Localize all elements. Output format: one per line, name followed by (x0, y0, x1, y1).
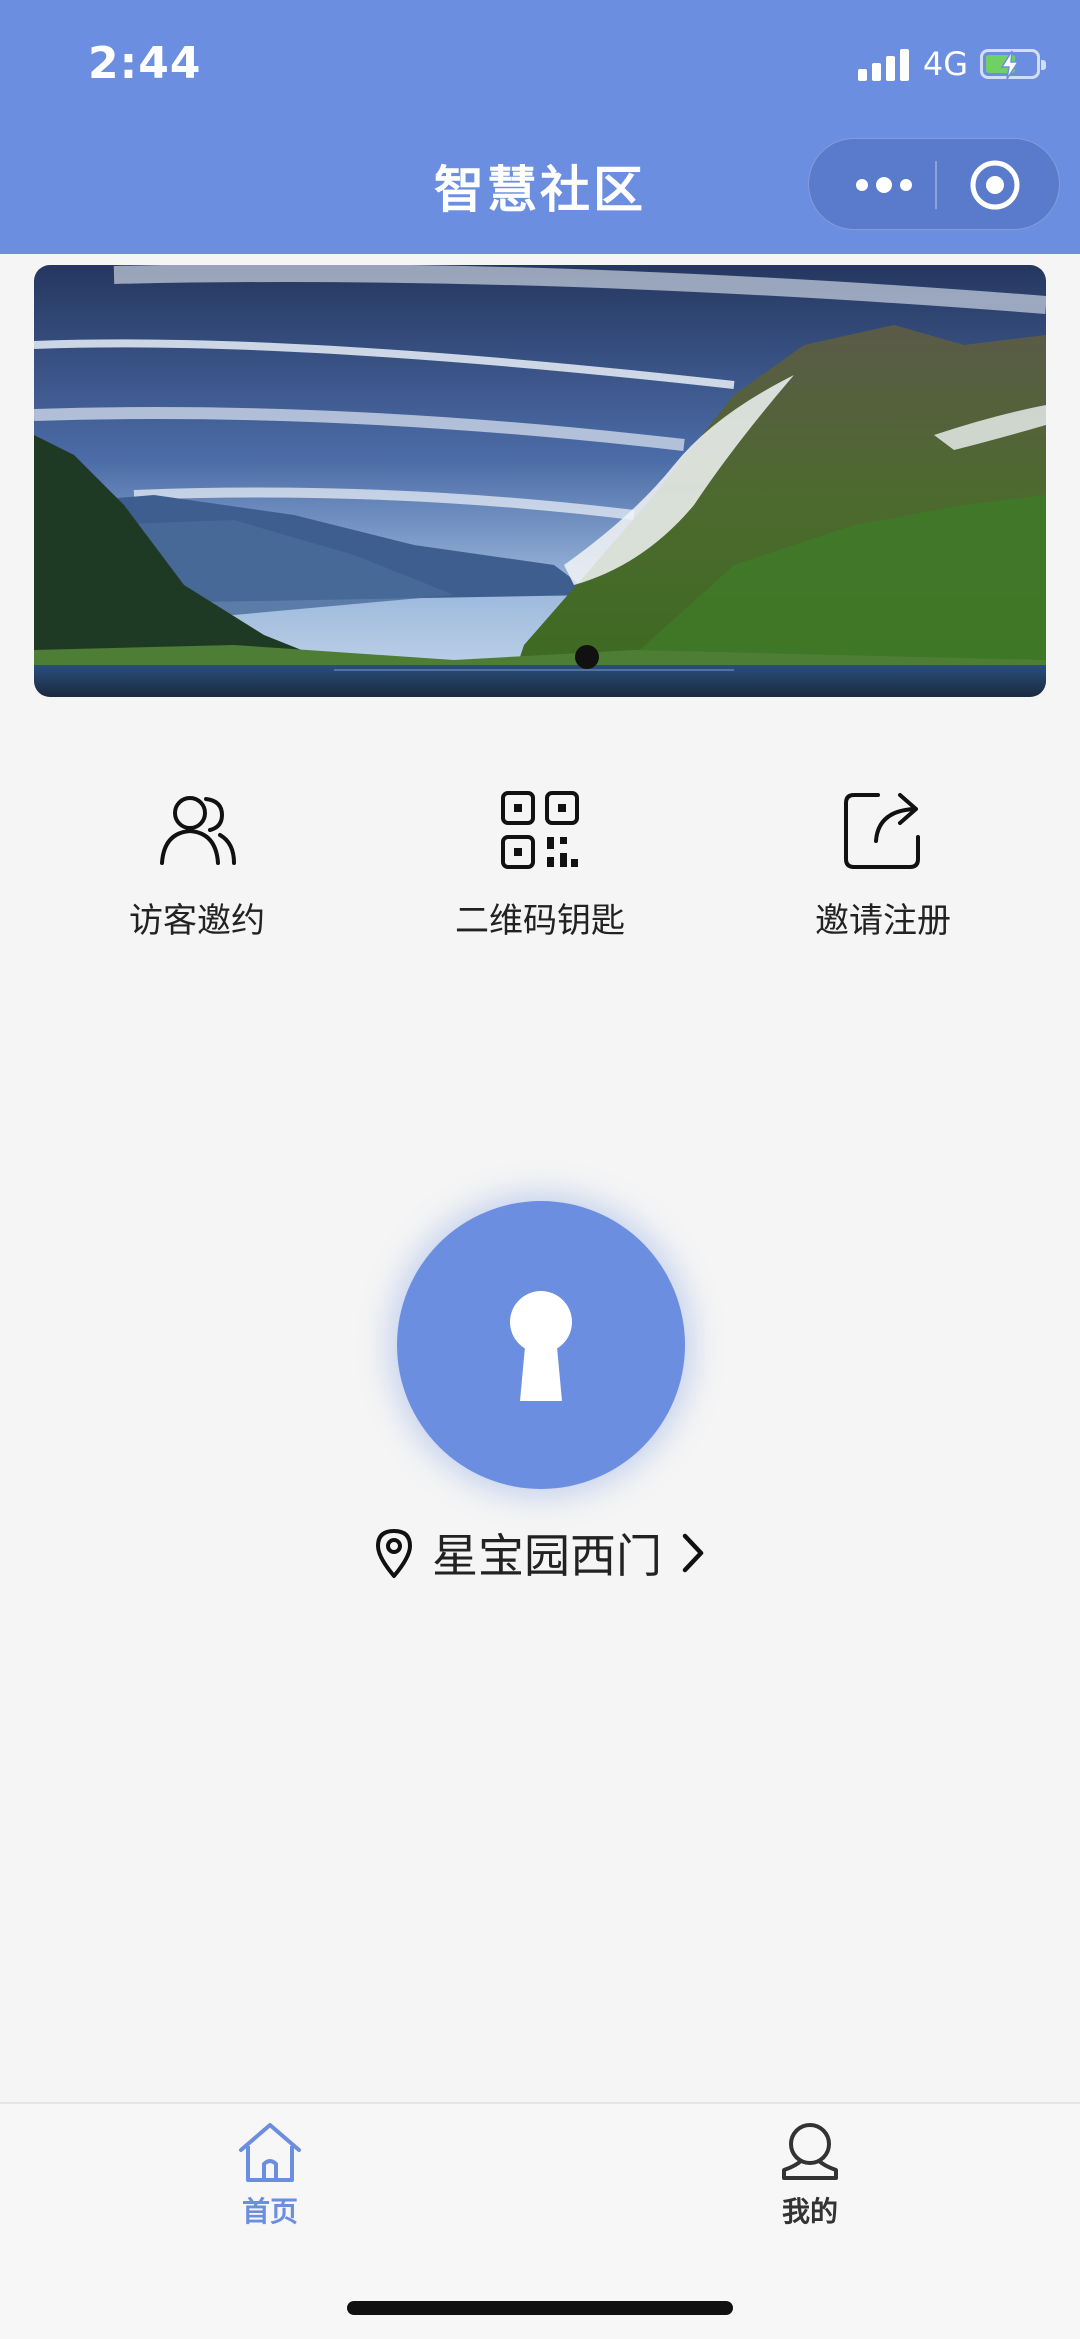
feature-invite-register[interactable]: 邀请注册 (733, 785, 1033, 955)
more-button[interactable] (839, 139, 929, 231)
keyhole-icon (510, 1291, 572, 1401)
home-indicator (347, 2301, 733, 2315)
banner-carousel[interactable] (34, 265, 1046, 697)
profile-icon (782, 2123, 838, 2180)
more-dots-icon (856, 179, 868, 191)
feature-visitor-invite[interactable]: 访客邀约 (47, 785, 347, 955)
gate-name: 星宝园西门 (432, 1529, 662, 1583)
tab-label: 我的 (781, 2195, 838, 2228)
carousel-indicator-dot[interactable] (575, 645, 599, 669)
feature-label: 访客邀约 (129, 901, 265, 941)
feature-qr-key[interactable]: 二维码钥匙 (390, 785, 690, 955)
capsule-divider (935, 161, 937, 209)
feature-label: 邀请注册 (815, 901, 951, 941)
tab-home[interactable]: 首页 (170, 2120, 370, 2230)
share-icon (844, 793, 920, 869)
qr-code-icon (501, 791, 579, 869)
close-target-icon[interactable] (969, 159, 1021, 211)
chevron-right-icon (682, 1533, 704, 1573)
header: 2:44 4G 智慧社区 (0, 0, 1080, 254)
signal-icon (857, 47, 909, 81)
tab-label: 首页 (241, 2195, 298, 2228)
location-pin-icon (376, 1529, 412, 1578)
status-time: 2:44 (88, 38, 202, 89)
unlock-button[interactable] (397, 1201, 685, 1489)
feature-label: 二维码钥匙 (455, 901, 625, 941)
battery-icon (980, 49, 1046, 80)
network-type: 4G (922, 45, 968, 83)
gate-selector[interactable]: 星宝园西门 (0, 1520, 1080, 1586)
banner-image (34, 265, 1046, 697)
visitors-icon (160, 796, 236, 865)
status-icons: 4G (857, 44, 1046, 84)
tab-mine[interactable]: 我的 (710, 2120, 910, 2230)
charging-icon (1000, 50, 1020, 80)
screen: 2:44 4G 智慧社区 访客邀约 二维码钥匙 邀请注册 星宝园西门 首页 我的 (0, 0, 1080, 2339)
home-icon (239, 2123, 301, 2182)
mini-program-capsule (808, 138, 1060, 230)
